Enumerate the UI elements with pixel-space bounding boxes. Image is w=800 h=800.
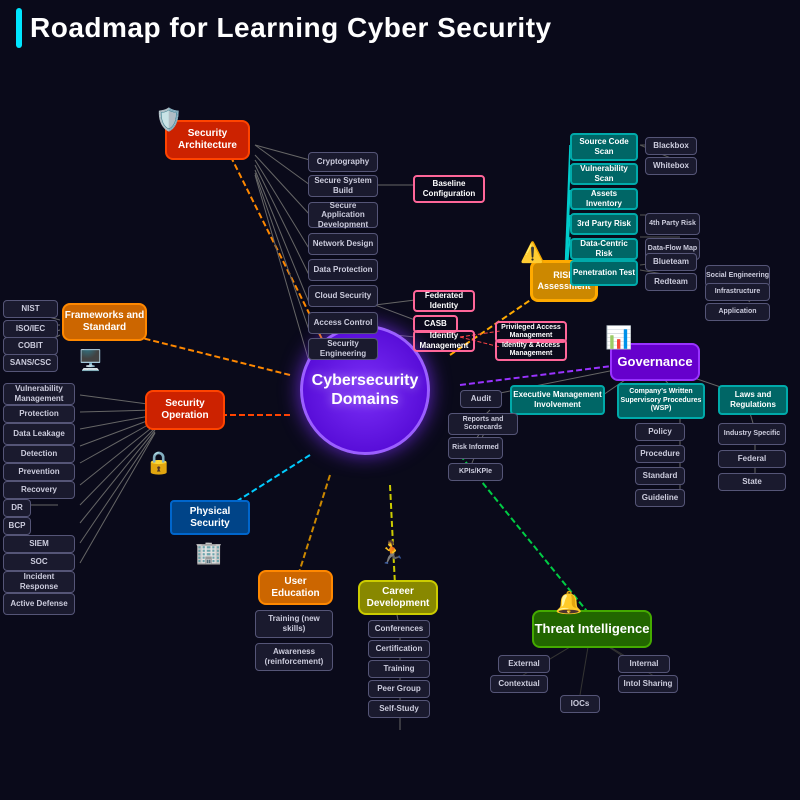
internal-node: Internal bbox=[618, 655, 670, 673]
training-node: Training (new skills) bbox=[255, 610, 333, 638]
exec-mgmt-node: Executive Management Involvement bbox=[510, 385, 605, 415]
security-engineering-node: Security Engineering bbox=[308, 338, 378, 360]
dr-node: DR bbox=[3, 499, 31, 517]
detection-node: Detection bbox=[3, 445, 75, 463]
assets-inventory-node: Assets Inventory bbox=[570, 188, 638, 210]
redteam-node: Redteam bbox=[645, 273, 697, 291]
application-node: Application bbox=[705, 303, 770, 321]
federal-node: Federal bbox=[718, 450, 786, 468]
blueteam-node: Blueteam bbox=[645, 253, 697, 271]
self-study-node: Self-Study bbox=[368, 700, 430, 718]
server-icon: 🖥️ bbox=[78, 348, 103, 373]
nist-node: NIST bbox=[3, 300, 58, 318]
incident-response-node: Incident Response bbox=[3, 571, 75, 593]
awareness-node: Awareness (reinforcement) bbox=[255, 643, 333, 671]
whitebox-node: Whitebox bbox=[645, 157, 697, 175]
recovery-node: Recovery bbox=[3, 481, 75, 499]
penetration-test-node: Penetration Test bbox=[570, 260, 638, 286]
industry-specific-node: Industry Specific bbox=[718, 423, 786, 445]
career-icon: 🏃 bbox=[378, 540, 405, 566]
soc-node: SOC bbox=[3, 553, 75, 571]
network-design-node: Network Design bbox=[308, 233, 378, 255]
shield-icon: 🛡️ bbox=[155, 107, 182, 133]
operation-icon: 🔒 bbox=[145, 450, 172, 476]
procedure-node: Procedure bbox=[635, 445, 685, 463]
threat-icon: 🔔 bbox=[555, 590, 582, 616]
infrastructure-node: Infrastructure bbox=[705, 283, 770, 301]
standard-node: Standard bbox=[635, 467, 685, 485]
page-title: Roadmap for Learning Cyber Security bbox=[30, 12, 552, 44]
active-defense-node: Active Defense bbox=[3, 593, 75, 615]
title-accent bbox=[16, 8, 22, 48]
third-party-risk-node: 3rd Party Risk bbox=[570, 213, 638, 235]
guideline-node: Guideline bbox=[635, 489, 685, 507]
cloud-security-node: Cloud Security bbox=[308, 285, 378, 307]
data-protection-node: Data Protection bbox=[308, 259, 378, 281]
external-node: External bbox=[498, 655, 550, 673]
identity-access-node: Identity & Access Management bbox=[495, 339, 567, 361]
risk-informed-node: Risk Informed bbox=[448, 437, 503, 459]
certification-node: Certification bbox=[368, 640, 430, 658]
bcp-node: BCP bbox=[3, 517, 31, 535]
threat-intelligence-node: Threat Intelligence bbox=[532, 610, 652, 648]
fourth-party-risk-node: 4th Party Risk bbox=[645, 213, 700, 235]
intol-sharing-node: Intol Sharing bbox=[618, 675, 678, 693]
blackbox-node: Blackbox bbox=[645, 137, 697, 155]
peer-group-node: Peer Group bbox=[368, 680, 430, 698]
protection-node: Protection bbox=[3, 405, 75, 423]
policy-node: Policy bbox=[635, 423, 685, 441]
training-career-node: Training bbox=[368, 660, 430, 678]
conferences-node: Conferences bbox=[368, 620, 430, 638]
contextual-node: Contextual bbox=[490, 675, 548, 693]
cobit-node: COBIT bbox=[3, 337, 58, 355]
mindmap: Cybersecurity Domains Security Architect… bbox=[0, 55, 800, 800]
laws-regulations-node: Laws and Regulations bbox=[718, 385, 788, 415]
identity-management-node: Identity Management bbox=[413, 330, 475, 352]
kpis-node: KPIs/KPIe bbox=[448, 463, 503, 481]
secure-system-node: Secure System Build bbox=[308, 175, 378, 197]
federated-identity-node: Federated Identity bbox=[413, 290, 475, 312]
iso-iec-node: ISO/IEC bbox=[3, 320, 58, 338]
access-control-node: Access Control bbox=[308, 312, 378, 334]
reports-scorecards-node: Reports and Scorecards bbox=[448, 413, 518, 435]
security-operation-node: Security Operation bbox=[145, 390, 225, 430]
secure-app-node: Secure Application Development bbox=[308, 202, 378, 228]
risk-icon: ⚠️ bbox=[520, 240, 545, 265]
physical-icon: 🏢 bbox=[195, 540, 222, 566]
vulnerability-mgmt-node: Vulnerability Management bbox=[3, 383, 75, 405]
baseline-config-node: Baseline Configuration bbox=[413, 175, 485, 203]
state-node: State bbox=[718, 473, 786, 491]
siem-node: SIEM bbox=[3, 535, 75, 553]
data-centric-risk-node: Data-Centric Risk bbox=[570, 238, 638, 260]
title-bar: Roadmap for Learning Cyber Security bbox=[0, 0, 800, 56]
data-leakage-node: Data Leakage bbox=[3, 423, 75, 445]
company-procedures-node: Company's Written Supervisory Procedures… bbox=[617, 383, 705, 419]
cryptography-node: Cryptography bbox=[308, 152, 378, 172]
prevention-node: Prevention bbox=[3, 463, 75, 481]
governance-icon: 📊 bbox=[605, 325, 632, 351]
sans-csc-node: SANS/CSC bbox=[3, 354, 58, 372]
audit-node: Audit bbox=[460, 390, 502, 408]
physical-security-node: Physical Security bbox=[170, 500, 250, 535]
vulnerability-scan-node: Vulnerability Scan bbox=[570, 163, 638, 185]
user-education-node: User Education bbox=[258, 570, 333, 605]
frameworks-node: Frameworks and Standard bbox=[62, 303, 147, 341]
career-development-node: Career Development bbox=[358, 580, 438, 615]
source-code-scan-node: Source Code Scan bbox=[570, 133, 638, 161]
iocs-node: IOCs bbox=[560, 695, 600, 713]
